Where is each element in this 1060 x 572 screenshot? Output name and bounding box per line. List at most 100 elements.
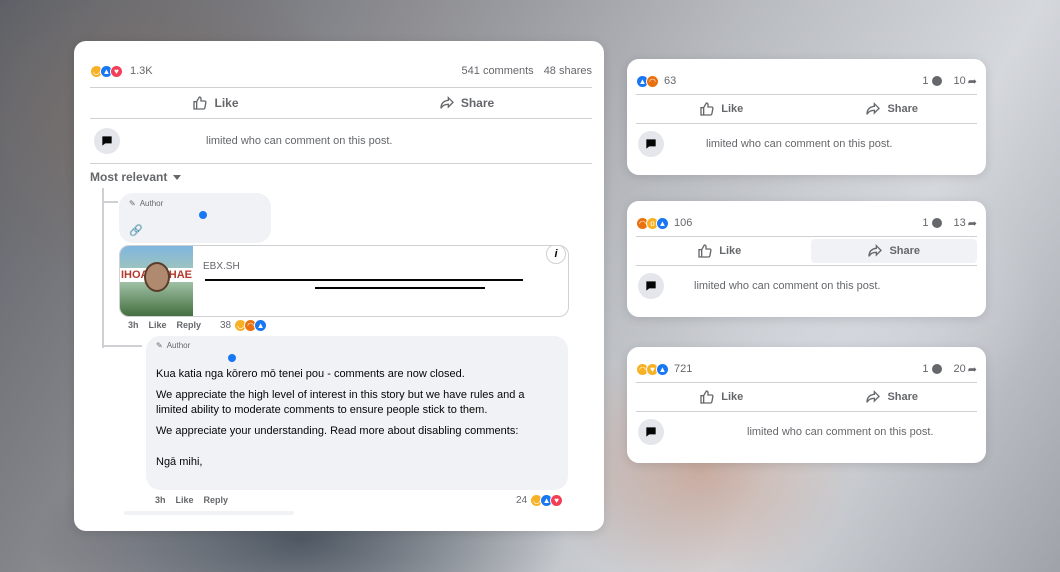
caret-down-icon <box>173 174 182 180</box>
share-count-icon: ➦ <box>967 75 977 88</box>
post-stats-bar: ◠ ♥ ▲ 721 1 20 ➦ <box>636 356 977 382</box>
comment-reactions[interactable]: 38 ◡ ◠ ▲ <box>220 319 268 332</box>
share-label: Share <box>887 103 919 115</box>
share-count-icon: ➦ <box>967 217 977 230</box>
reaction-count[interactable]: 721 <box>674 363 692 375</box>
comment-like-button[interactable]: Like <box>149 320 167 330</box>
limited-comment-notice: limited who can comment on this post. <box>706 138 893 150</box>
share-label: Share <box>889 245 921 257</box>
thumbs-up-icon <box>700 102 714 116</box>
like-reaction-icon: ▲ <box>656 362 669 376</box>
sort-dropdown[interactable]: Most relevant <box>90 166 592 188</box>
comment-meta: 3h Like Reply <box>155 495 228 505</box>
angry-reaction-icon: ◠ <box>646 74 659 88</box>
comment-count-icon <box>931 364 942 374</box>
shares-count[interactable]: 48 shares <box>544 65 592 77</box>
shares-count[interactable]: 13 <box>954 217 966 229</box>
like-button[interactable]: Like <box>90 89 341 117</box>
author-label: Author <box>166 341 191 350</box>
author-badge: ✎ Author <box>156 341 558 350</box>
main-post-card: ◡ ▲ ♥ 1.3K 541 comments 48 shares Like S… <box>74 41 604 531</box>
reaction-count[interactable]: 63 <box>664 75 676 87</box>
link-preview-card[interactable]: IHOA HAE EBX.SH i <box>119 245 569 317</box>
comment-bubble: ✎ Author Kua katia nga kōrero mō tenei p… <box>146 336 568 490</box>
post-stats-bar: ◡ ▲ ♥ 1.3K 541 comments 48 shares <box>90 57 592 85</box>
shares-count[interactable]: 10 <box>954 75 966 87</box>
comment-text: We appreciate your understanding. Read m… <box>156 425 519 437</box>
comment-reaction-count: 24 <box>516 495 528 506</box>
like-label: Like <box>214 96 239 110</box>
thumbs-up-icon <box>700 390 714 404</box>
love-reaction-icon: ♥ <box>110 64 123 78</box>
comments-count[interactable]: 1 <box>922 75 928 87</box>
share-count-icon: ➦ <box>967 363 977 376</box>
comment-text: Ngā mihi, <box>156 456 203 468</box>
person-face <box>144 262 170 292</box>
share-button[interactable]: Share <box>810 239 977 263</box>
author-badge: ✎ Author <box>129 199 261 208</box>
comment-bubble: ✎ Author 🔗 <box>119 193 271 243</box>
thread-line <box>102 188 112 348</box>
comment-text: Kua katia nga kōrero mō tenei pou - comm… <box>156 368 465 380</box>
shares-count[interactable]: 20 <box>954 363 966 375</box>
comments-count[interactable]: 1 <box>922 217 928 229</box>
share-arrow-icon <box>440 96 454 109</box>
image-text-right: HAE <box>167 268 193 282</box>
share-arrow-icon <box>868 244 883 257</box>
link-domain: EBX.SH <box>203 261 240 272</box>
thumbs-up-icon <box>698 244 712 258</box>
side-post-card: ◠ o ▲ 106 1 13 ➦ Like Share limited who … <box>627 201 986 317</box>
sort-label: Most relevant <box>90 170 168 184</box>
like-label: Like <box>719 245 742 257</box>
comment-reactions[interactable]: 24 ◡ ▲ ♥ <box>516 494 564 507</box>
verified-badge-icon <box>199 211 207 219</box>
reaction-icons: ◡ ▲ ♥ <box>90 64 123 78</box>
like-reaction-icon: ▲ <box>656 216 669 230</box>
limited-comment-notice: limited who can comment on this post. <box>747 426 934 438</box>
comment-count-icon <box>931 218 942 228</box>
share-button[interactable]: Share <box>807 383 978 411</box>
share-label: Share <box>887 391 919 403</box>
limited-comment-notice: limited who can comment on this post. <box>206 135 393 147</box>
like-button[interactable]: Like <box>636 237 803 265</box>
thumbs-up-icon <box>193 96 208 110</box>
like-button[interactable]: Like <box>636 95 807 123</box>
comment-time[interactable]: 3h <box>128 320 139 330</box>
reaction-count[interactable]: 1.3K <box>130 65 153 77</box>
like-button[interactable]: Like <box>636 383 807 411</box>
preview-image: IHOA HAE <box>120 246 193 316</box>
comment-like-button[interactable]: Like <box>176 495 194 505</box>
verified-badge-icon <box>228 354 236 362</box>
info-icon[interactable]: i <box>546 246 566 264</box>
comments-count[interactable]: 1 <box>922 363 928 375</box>
share-label: Share <box>460 96 495 110</box>
author-label: Author <box>139 199 164 208</box>
comments-count[interactable]: 541 comments <box>462 65 534 77</box>
like-reaction-icon: ▲ <box>254 319 268 332</box>
comment-time[interactable]: 3h <box>155 495 166 505</box>
side-post-card: ▲ ◠ 63 1 10 ➦ Like Share limited who can… <box>627 59 986 175</box>
comment-count-icon <box>931 76 942 86</box>
comment-reply-button[interactable]: Reply <box>204 495 229 505</box>
comment-bubble-icon <box>638 131 664 157</box>
thread-line <box>102 345 142 347</box>
share-arrow-icon <box>866 390 881 403</box>
thread-line <box>102 201 118 203</box>
comment-bubble-icon <box>94 128 120 154</box>
comment-reply-button[interactable]: Reply <box>177 320 202 330</box>
share-button[interactable]: Share <box>341 89 592 117</box>
side-post-card: ◠ ♥ ▲ 721 1 20 ➦ Like Share limited who … <box>627 347 986 463</box>
share-button[interactable]: Share <box>807 95 978 123</box>
comment-text: We appreciate the high level of interest… <box>156 389 525 416</box>
comment-bubble-icon <box>638 419 664 445</box>
link-icon[interactable]: 🔗 <box>129 224 143 237</box>
like-label: Like <box>721 391 744 403</box>
redacted-title-line <box>205 279 523 281</box>
comment-meta: 3h Like Reply <box>128 320 201 330</box>
love-reaction-icon: ♥ <box>550 494 564 507</box>
post-stats-bar: ◠ o ▲ 106 1 13 ➦ <box>636 210 977 236</box>
comment-reaction-count: 38 <box>220 320 232 331</box>
comment-bubble-icon <box>638 273 664 299</box>
pencil-icon: ✎ <box>156 341 163 350</box>
reaction-count[interactable]: 106 <box>674 217 692 229</box>
